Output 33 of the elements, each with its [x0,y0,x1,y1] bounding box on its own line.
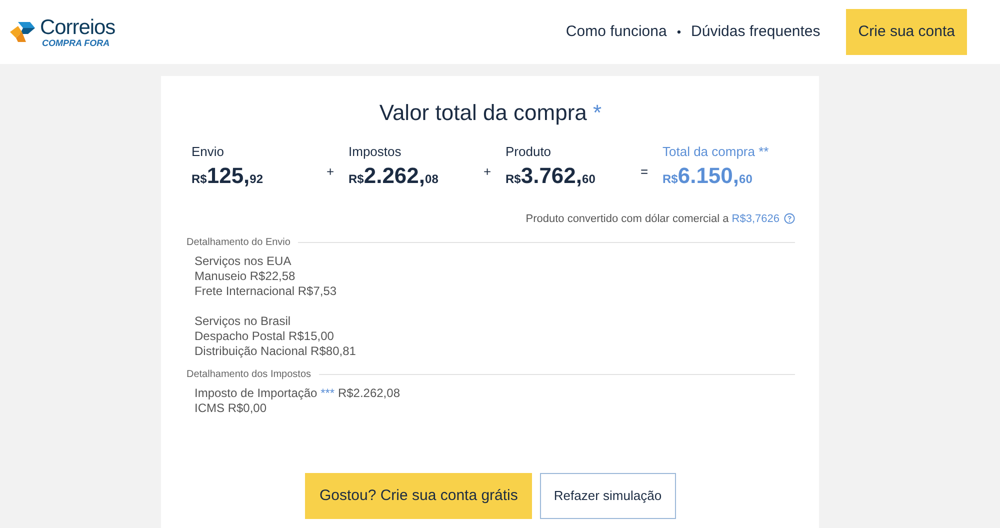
detail-line: Despacho Postal R$15,00 [194,329,335,344]
logo-subtitle: COMPRA FORA [42,38,111,48]
detail-line: Distribuição Nacional R$80,81 [194,344,357,359]
detail-line: Serviços nos EUA [194,254,292,269]
summary-label: Envio [192,143,226,161]
create-account-button[interactable]: Crie sua conta [846,9,967,55]
section-heading: Detalhamento do Envio [186,236,290,250]
card-title: Valor total da compra * [378,102,603,124]
signup-button[interactable]: Gostou? Crie sua conta grátis [305,473,532,519]
nav-link[interactable]: Como funciona [566,20,667,44]
summary-amount: R$3.762,60 [506,164,596,186]
detail-line: Frete Internacional R$7,53 [194,284,338,299]
operator-sign: + [484,163,492,181]
detail-line: ICMS R$0,00 [194,401,268,416]
nav-separator: • [676,24,682,41]
detail-line: Imposto de Importação *** R$2.262,08 [194,386,401,401]
section-heading: Detalhamento dos Impostos [186,368,312,382]
summary-amount: R$2.262,08 [348,164,440,186]
summary-label: Produto [506,143,552,161]
redo-simulation-button[interactable]: Refazer simulação [540,473,676,519]
summary-label: Impostos [348,143,402,161]
detail-line: Serviços no Brasil [194,314,292,329]
conversion-note: Produto convertido com dólar comercial a R$3,7626 [526,212,780,226]
detail-line: Manuseio R$22,58 [194,269,296,284]
logo-icon [8,20,36,44]
nav-link[interactable]: Dúvidas frequentes [691,20,820,44]
summary-amount: R$6.150,60 [662,164,754,186]
logo-name: Correios [40,16,116,38]
summary-amount: R$125,92 [192,164,264,186]
help-icon[interactable] [784,213,794,224]
summary-label: Total da compra ** [662,143,770,161]
operator-sign: + [326,163,336,181]
operator-sign: = [640,163,650,181]
